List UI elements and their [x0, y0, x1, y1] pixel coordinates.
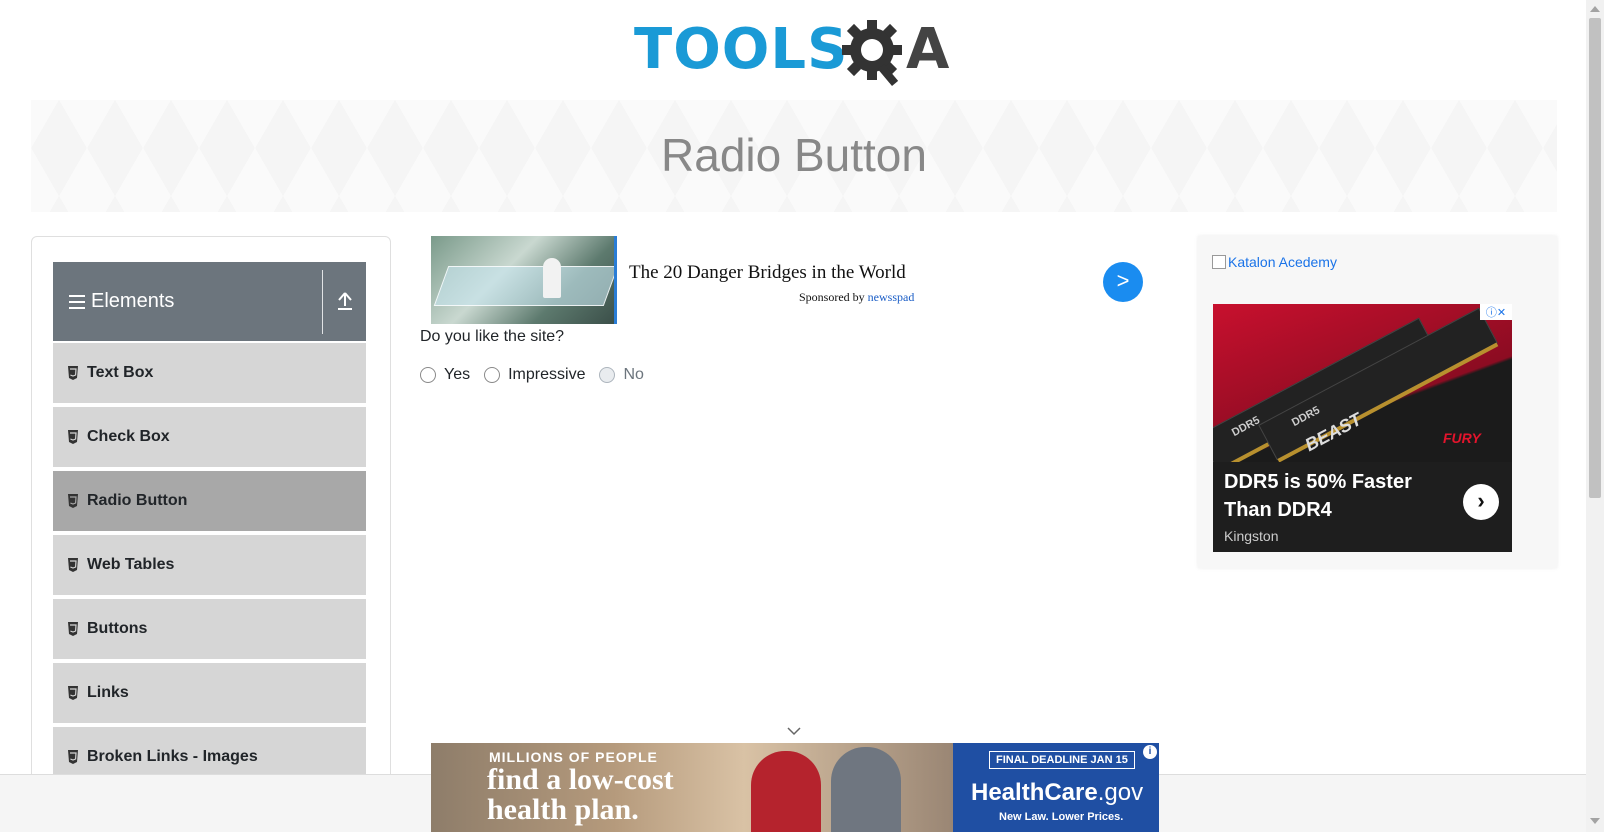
- sidebar-item-links[interactable]: Links: [53, 663, 366, 725]
- logo-text-a: A: [906, 17, 950, 82]
- katalon-ad-alt-text[interactable]: Katalon Acedemy: [1228, 254, 1337, 270]
- html5-icon: [68, 750, 78, 764]
- scroll-down-arrow-icon[interactable]: [1590, 818, 1600, 824]
- sidebar-item-text-box[interactable]: Text Box: [53, 343, 366, 405]
- radio-yes[interactable]: Yes: [420, 366, 470, 384]
- sidebar-item-buttons[interactable]: Buttons: [53, 599, 366, 661]
- katalon-ad-link[interactable]: Katalon Acedemy: [1212, 254, 1337, 270]
- sidebar-menu: Text Box Check Box Radio Button Web Tabl…: [53, 343, 366, 791]
- sidebar-item-label: Radio Button: [87, 492, 188, 509]
- scroll-up-arrow-icon[interactable]: [1590, 6, 1600, 12]
- radio-group: Yes Impressive No: [420, 366, 658, 384]
- logo-text-tools: TOOLS: [634, 17, 849, 82]
- html5-icon: [68, 366, 78, 380]
- info-icon[interactable]: i: [1143, 745, 1157, 759]
- radio-yes-input[interactable]: [420, 367, 436, 383]
- fury-logo: FURY: [1443, 430, 1481, 446]
- sidebar-item-label: Text Box: [87, 364, 154, 381]
- sidebar-item-check-box[interactable]: Check Box: [53, 407, 366, 469]
- deadline-badge: FINAL DEADLINE JAN 15: [989, 751, 1135, 769]
- collapse-up-icon[interactable]: [336, 290, 354, 312]
- hamburger-icon: [69, 294, 85, 309]
- ddr5-ad-brand: Kingston: [1224, 528, 1279, 544]
- radio-no-input: [599, 367, 616, 383]
- radio-no-label: No: [623, 366, 644, 383]
- gear-icon: [842, 20, 902, 86]
- vertical-scrollbar[interactable]: [1586, 0, 1604, 832]
- html5-icon: [68, 558, 78, 572]
- sidebar-item-label: Web Tables: [87, 556, 175, 573]
- right-ad-panel: Katalon Acedemy DDR5 DDR5 BEAST FURY ⓘ✕ …: [1198, 236, 1557, 568]
- ad-headline: find a low-cost health plan.: [487, 763, 674, 826]
- ad-thumbnail-image[interactable]: [431, 236, 617, 324]
- sidebar-item-label: Broken Links - Images: [87, 748, 258, 765]
- ad-sponsor-prefix: Sponsored by: [799, 290, 865, 304]
- ad-photo: MILLIONS OF PEOPLE find a low-cost healt…: [431, 743, 953, 832]
- html5-icon: [68, 494, 78, 508]
- sidebar-item-label: Links: [87, 684, 129, 701]
- healthcare-brand-panel: FINAL DEADLINE JAN 15 HealthCare.gov New…: [953, 743, 1159, 832]
- sidebar-item-web-tables[interactable]: Web Tables: [53, 535, 366, 597]
- sidebar-group-divider: [322, 270, 323, 334]
- question-label: Do you like the site?: [420, 328, 565, 345]
- sidebar-panel: Elements Text Box Check Box Radio Button…: [31, 236, 391, 832]
- ddr5-ad[interactable]: DDR5 DDR5 BEAST FURY ⓘ✕ DDR5 is 50% Fast…: [1213, 304, 1512, 552]
- ad-tagline: New Law. Lower Prices.: [999, 811, 1124, 823]
- ad-headline[interactable]: The 20 Danger Bridges in the World: [629, 262, 906, 284]
- chevron-right-icon[interactable]: ›: [1463, 484, 1499, 520]
- radio-yes-label[interactable]: Yes: [444, 366, 470, 384]
- html5-icon: [68, 686, 78, 700]
- sidebar-item-label: Check Box: [87, 428, 170, 445]
- scrollbar-thumb[interactable]: [1589, 18, 1601, 498]
- ad-go-button[interactable]: >: [1103, 262, 1143, 302]
- adchoices-icon[interactable]: ⓘ✕: [1480, 304, 1512, 320]
- radio-impressive[interactable]: Impressive: [484, 366, 585, 384]
- site-logo[interactable]: TOOLS A: [634, 16, 956, 90]
- radio-impressive-input[interactable]: [484, 367, 501, 383]
- html5-icon: [68, 622, 78, 636]
- ddr5-ad-caption: DDR5 is 50% Faster Than DDR4 Kingston ›: [1213, 462, 1512, 552]
- chevron-down-icon[interactable]: [786, 726, 802, 736]
- radio-no: No: [599, 366, 644, 384]
- sidebar-group-elements[interactable]: Elements: [53, 262, 366, 341]
- healthcare-logo: HealthCare.gov: [971, 779, 1144, 806]
- page-title: Radio Button: [661, 129, 927, 181]
- top-ad-banner[interactable]: The 20 Danger Bridges in the World Spons…: [431, 236, 1151, 324]
- healthcare-ad[interactable]: MILLIONS OF PEOPLE find a low-cost healt…: [431, 743, 1159, 832]
- sidebar-group-title: Elements: [69, 290, 174, 313]
- page-banner: Radio Button: [31, 100, 1557, 212]
- sidebar-item-radio-button[interactable]: Radio Button: [53, 471, 366, 533]
- ad-sponsor: Sponsored by newsspad: [799, 290, 914, 305]
- html5-icon: [68, 430, 78, 444]
- sidebar-item-label: Buttons: [87, 620, 148, 637]
- ddr5-ad-headline[interactable]: DDR5 is 50% Faster Than DDR4: [1224, 468, 1412, 524]
- broken-image-icon: [1212, 255, 1226, 269]
- radio-impressive-label[interactable]: Impressive: [508, 366, 585, 384]
- ad-sponsor-link[interactable]: newsspad: [868, 290, 915, 304]
- sidebar-group-label: Elements: [91, 290, 175, 312]
